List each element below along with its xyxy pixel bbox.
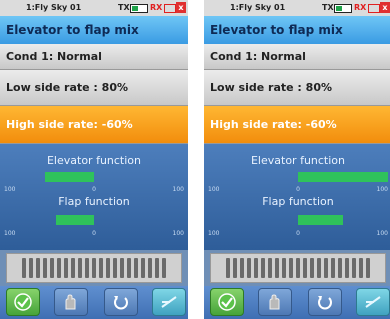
extra-icon[interactable] xyxy=(356,288,390,316)
hand-icon[interactable] xyxy=(54,288,88,316)
low-side-rate-row[interactable]: Low side rate : 80% xyxy=(0,70,188,106)
toolbar xyxy=(0,286,188,319)
screen-left: 1:Fly Sky 01 TX RX x Elevator to flap mi… xyxy=(0,0,188,319)
checkmark-icon[interactable] xyxy=(210,288,244,316)
status-bar: 1:Fly Sky 01 TX RX x xyxy=(204,0,390,16)
return-icon[interactable] xyxy=(308,288,342,316)
rx-battery-icon xyxy=(368,4,380,13)
flap-scale: 100 0 100 xyxy=(208,230,388,238)
screen-right: 1:Fly Sky 01 TX RX x Elevator to flap mi… xyxy=(204,0,390,319)
condition-row[interactable]: Cond 1: Normal xyxy=(204,44,390,70)
model-name: 1:Fly Sky 01 xyxy=(230,3,286,12)
rx-battery-icon xyxy=(164,4,176,13)
scale-right: 100 xyxy=(172,186,184,193)
flap-bar xyxy=(4,215,184,225)
scale-left: 100 xyxy=(208,230,220,237)
condition-row[interactable]: Cond 1: Normal xyxy=(0,44,188,70)
value-slider[interactable] xyxy=(210,253,386,283)
hand-icon[interactable] xyxy=(258,288,292,316)
tx-label: TX xyxy=(322,3,334,12)
scale-mid: 0 xyxy=(296,186,300,193)
flap-function-label: Flap function xyxy=(58,195,130,208)
toolbar xyxy=(204,286,390,319)
low-side-rate-row[interactable]: Low side rate : 80% xyxy=(204,70,390,106)
flap-function-label: Flap function xyxy=(262,195,334,208)
scale-left: 100 xyxy=(208,186,220,193)
model-name: 1:Fly Sky 01 xyxy=(26,3,82,12)
rx-label: RX xyxy=(354,3,367,12)
elevator-function-label: Elevator function xyxy=(46,154,142,167)
scale-right: 100 xyxy=(172,230,184,237)
function-panel: Elevator function 100 0 100 Flap functio… xyxy=(0,144,188,250)
flap-bar xyxy=(208,215,388,225)
elevator-scale: 100 0 100 xyxy=(208,186,388,194)
page-title: Elevator to flap mix xyxy=(0,16,188,44)
rx-close-icon: x xyxy=(176,2,186,13)
page-title: Elevator to flap mix xyxy=(204,16,390,44)
flap-bar-fill xyxy=(56,215,94,225)
scale-left: 100 xyxy=(4,186,16,193)
scale-mid: 0 xyxy=(296,230,300,237)
elevator-bar-fill xyxy=(298,172,388,182)
scale-mid: 0 xyxy=(92,186,96,193)
flap-scale: 100 0 100 xyxy=(4,230,184,238)
rx-label: RX xyxy=(150,3,163,12)
tx-label: TX xyxy=(118,3,130,12)
elevator-bar xyxy=(4,172,184,182)
flap-bar-fill xyxy=(298,215,343,225)
extra-icon[interactable] xyxy=(152,288,186,316)
function-panel: Elevator function 100 0 100 Flap functio… xyxy=(204,144,390,250)
elevator-bar xyxy=(208,172,388,182)
tx-battery-icon xyxy=(130,4,148,13)
scale-left: 100 xyxy=(4,230,16,237)
return-icon[interactable] xyxy=(104,288,138,316)
elevator-function-label: Elevator function xyxy=(250,154,346,167)
rx-close-icon: x xyxy=(380,2,390,13)
scale-mid: 0 xyxy=(92,230,96,237)
value-slider[interactable] xyxy=(6,253,182,283)
high-side-rate-row[interactable]: High side rate: -60% xyxy=(204,106,390,144)
elevator-bar-fill xyxy=(44,172,94,182)
status-bar: 1:Fly Sky 01 TX RX x xyxy=(0,0,188,16)
tx-battery-icon xyxy=(334,4,352,13)
scale-right: 100 xyxy=(376,186,388,193)
high-side-rate-row[interactable]: High side rate: -60% xyxy=(0,106,188,144)
scale-right: 100 xyxy=(376,230,388,237)
elevator-scale: 100 0 100 xyxy=(4,186,184,194)
checkmark-icon[interactable] xyxy=(6,288,40,316)
